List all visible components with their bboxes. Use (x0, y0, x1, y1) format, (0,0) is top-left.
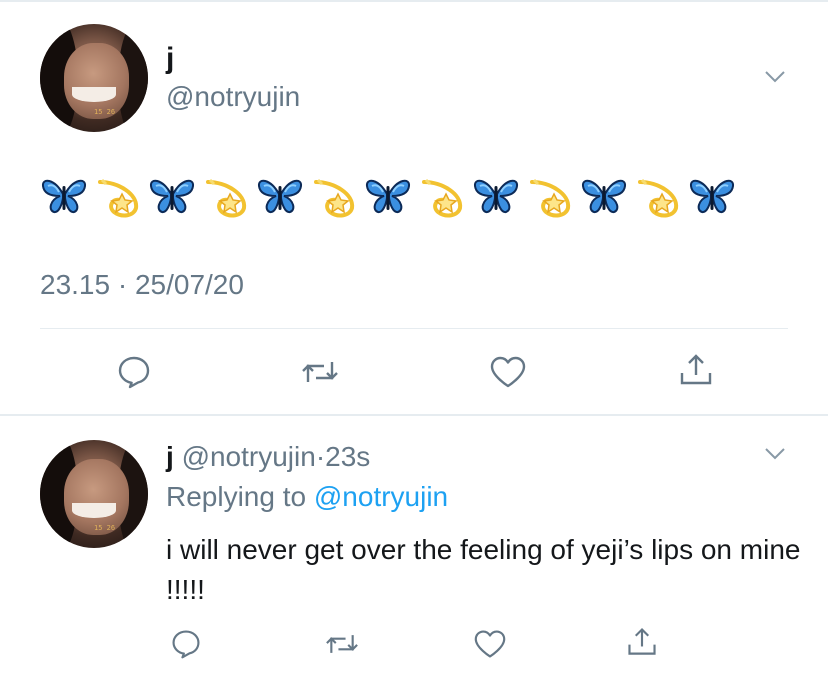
retweet-icon[interactable] (300, 352, 340, 392)
display-name[interactable]: j (166, 42, 174, 76)
butterfly-emoji-icon (42, 179, 86, 214)
relative-time[interactable]: 23s (325, 441, 370, 472)
dizzy-emoji-icon (206, 178, 247, 218)
avatar[interactable]: 15 26 (40, 440, 148, 548)
reply-text: i will never get over the feeling of yej… (166, 534, 801, 605)
like-icon[interactable] (488, 352, 528, 392)
retweet-icon[interactable] (322, 624, 362, 664)
dizzy-emoji-icon (530, 178, 571, 218)
dizzy-emoji-icon (98, 178, 139, 218)
dizzy-emoji-icon (638, 178, 679, 218)
butterfly-emoji-icon (582, 179, 626, 214)
butterfly-emoji-icon (150, 179, 194, 214)
divider (40, 328, 788, 329)
timestamp[interactable]: 23.15 · 25/07/20 (40, 268, 244, 302)
share-icon[interactable] (622, 622, 662, 662)
handle[interactable]: @notryujin (166, 80, 300, 114)
dizzy-emoji-icon (314, 178, 355, 218)
butterfly-emoji-icon (366, 179, 410, 214)
chevron-down-icon[interactable] (764, 447, 786, 461)
dizzy-emoji-icon (422, 178, 463, 218)
like-icon[interactable] (470, 624, 510, 664)
tweet-divider (0, 414, 828, 416)
reply-icon[interactable] (114, 352, 154, 392)
display-name[interactable]: j (166, 441, 174, 472)
top-divider (0, 0, 828, 2)
avatar[interactable]: 15 26 (40, 24, 148, 132)
separator-dot: · (315, 441, 326, 472)
replying-prefix: Replying to (166, 481, 307, 512)
chevron-down-icon[interactable] (764, 70, 786, 84)
butterfly-emoji-icon (690, 179, 734, 214)
reply-icon[interactable] (166, 624, 206, 664)
replying-to: Replying to @notryujin (166, 480, 448, 514)
handle[interactable]: @notryujin (182, 441, 316, 472)
replying-to-link[interactable]: @notryujin (314, 481, 448, 512)
butterfly-emoji-icon (474, 179, 518, 214)
butterfly-emoji-icon (258, 179, 302, 214)
share-icon[interactable] (676, 350, 716, 390)
reply-header: j @notryujin·23s (166, 440, 370, 474)
tweet-text (38, 172, 740, 220)
